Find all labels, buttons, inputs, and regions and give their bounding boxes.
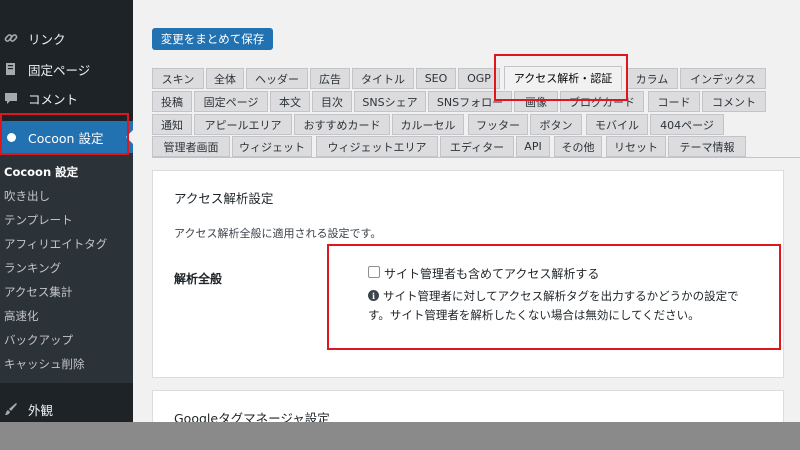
sidebar-item-cocoon[interactable]: Cocoon 設定 [0,121,133,153]
tab-code[interactable]: コード [648,91,700,112]
tab-reset[interactable]: リセット [606,136,666,157]
page-icon [4,62,18,76]
tab-page[interactable]: 固定ページ [194,91,268,112]
tab-toc[interactable]: 目次 [312,91,352,112]
tab-sns-follow[interactable]: SNSフォロー [428,91,512,112]
tab-recommended-cards[interactable]: おすすめカード [294,114,390,135]
tab-post[interactable]: 投稿 [152,91,192,112]
tab-theme-info[interactable]: テーマ情報 [668,136,746,157]
info-icon: i [368,290,379,301]
tab-editor[interactable]: エディター [440,136,514,157]
tab-mobile[interactable]: モバイル [586,114,648,135]
cocoon-icon [7,132,16,142]
sidebar-item-pages[interactable]: 固定ページ [0,55,133,83]
section-description: アクセス解析全般に適用される設定です。 [174,227,382,240]
sidebar-item-links[interactable]: リンク [0,24,133,52]
tab-404-page[interactable]: 404ページ [650,114,724,135]
current-menu-arrow [126,130,133,144]
checkbox-label[interactable]: サイト管理者も含めてアクセス解析する [384,265,599,282]
submenu-item-clear-cache[interactable]: キャッシュ削除 [4,356,85,372]
help-text-line2: す。サイト管理者を解析したくない場合は無効にしてください。 [368,308,700,322]
tab-appeal-area[interactable]: アピールエリア [194,114,292,135]
section-title: アクセス解析設定 [174,191,274,206]
section2-title: Googleタグマネージャ設定 [174,411,330,422]
tab-other[interactable]: その他 [554,136,602,157]
tab-title[interactable]: タイトル [352,68,414,89]
submenu-item-affiliate-tag[interactable]: アフィリエイトタグ [4,236,107,252]
app-frame: リンク 固定ページ コメント Cocoon 設定 Cocoon 設定 吹き出し … [0,0,800,422]
tab-blogcard[interactable]: ブログカード [560,91,644,112]
tab-skin[interactable]: スキン [152,68,204,89]
tab-column[interactable]: カラム [626,68,678,89]
tab-image[interactable]: 画像 [514,91,558,112]
tab-notice[interactable]: 通知 [152,114,192,135]
sidebar-item-label: 固定ページ [28,62,91,78]
sidebar-item-label: 外観 [28,402,54,418]
tab-header[interactable]: ヘッダー [246,68,308,89]
tab-seo[interactable]: SEO [416,68,456,89]
submenu-item-access-stats[interactable]: アクセス集計 [4,284,72,300]
submenu-item-ranking[interactable]: ランキング [4,260,61,276]
submenu-item-template[interactable]: テンプレート [4,212,73,228]
submenu-item-cocoon-settings[interactable]: Cocoon 設定 [4,164,78,180]
link-icon [4,31,18,45]
tab-analytics-auth[interactable]: アクセス解析・認証 [504,66,622,90]
sidebar-item-label: コメント [28,91,79,107]
tab-ogp[interactable]: OGP [458,68,500,89]
tab-button[interactable]: ボタン [530,114,582,135]
tab-body[interactable]: 本文 [270,91,310,112]
tab-carousel[interactable]: カルーセル [392,114,464,135]
sidebar-item-label: リンク [28,31,66,47]
cocoon-submenu: Cocoon 設定 吹き出し テンプレート アフィリエイトタグ ランキング アク… [0,153,133,383]
tab-divider [152,157,800,158]
submenu-item-speedup[interactable]: 高速化 [4,308,39,324]
tab-index[interactable]: インデックス [680,68,766,89]
tab-widget[interactable]: ウィジェット [232,136,312,157]
tab-api[interactable]: API [516,136,550,157]
tab-widget-area[interactable]: ウィジェットエリア [316,136,438,157]
admin-sidebar: リンク 固定ページ コメント Cocoon 設定 Cocoon 設定 吹き出し … [0,0,133,422]
sidebar-item-comments[interactable]: コメント [0,84,133,112]
sidebar-item-appearance[interactable]: 外観 [0,396,133,422]
tab-footer[interactable]: フッター [468,114,528,135]
sidebar-item-label: Cocoon 設定 [28,130,104,146]
help-text-line1: サイト管理者に対してアクセス解析タグを出力するかどうかの設定で [383,289,739,303]
submenu-item-speech-balloon[interactable]: 吹き出し [4,188,50,204]
comment-icon [4,91,18,105]
submenu-item-backup[interactable]: バックアップ [4,332,73,348]
field-label: 解析全般 [174,272,223,286]
brush-icon [4,402,18,416]
tab-admin-screen[interactable]: 管理者画面 [152,136,230,157]
tab-general[interactable]: 全体 [206,68,244,89]
tab-sns-share[interactable]: SNSシェア [354,91,426,112]
tab-comment[interactable]: コメント [702,91,766,112]
save-all-button[interactable]: 変更をまとめて保存 [152,28,273,50]
include-admin-checkbox[interactable] [368,266,380,278]
tab-ads[interactable]: 広告 [310,68,350,89]
